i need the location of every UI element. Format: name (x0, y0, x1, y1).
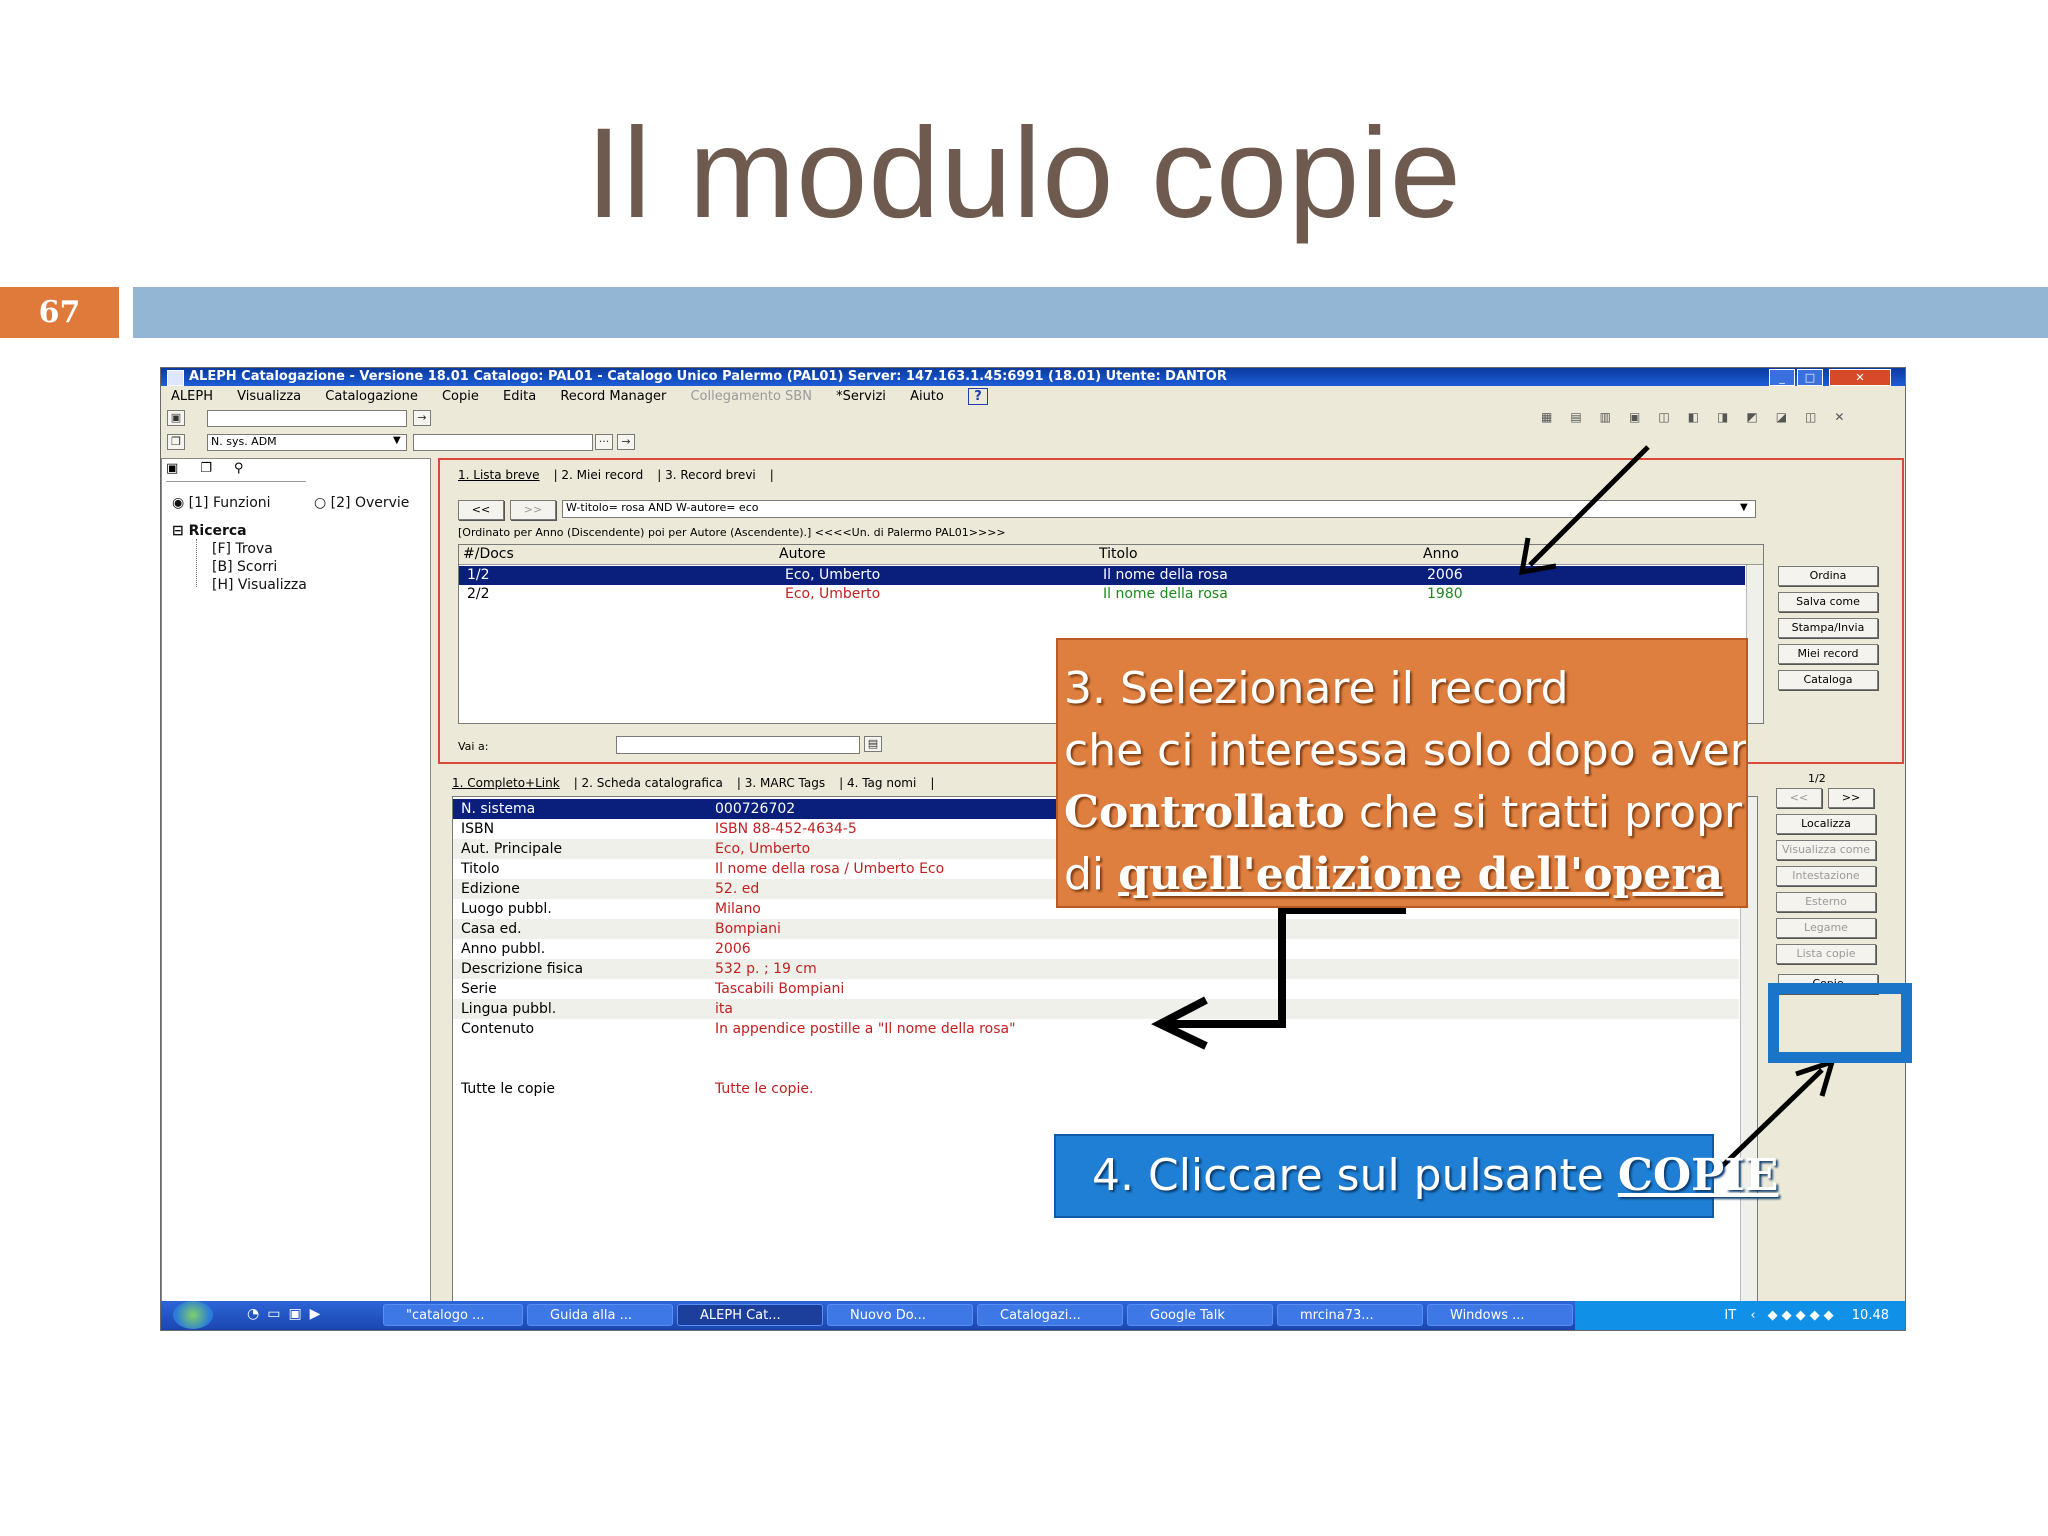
callout-line: 3. Selezionare il record (1064, 663, 1569, 714)
callout-text: 4. Cliccare sul pulsante (1092, 1150, 1618, 1201)
callout-underline: COPIE (1617, 1150, 1779, 1201)
orange-callout: 3. Selezionare il record che ci interess… (1056, 638, 1748, 908)
callout-line: che ci interessa solo dopo aver (1064, 725, 1748, 776)
arrow-to-row (1528, 445, 1650, 567)
callout-bold: Controllato (1064, 787, 1345, 838)
callout-line: Controllato che si tratti proprio (1058, 782, 1746, 844)
callout-prefix: di (1064, 849, 1119, 900)
blue-callout: 4. Cliccare sul pulsante COPIE (1054, 1134, 1778, 1218)
callout-rest: che si tratti proprio (1344, 787, 1748, 838)
callout-line: di quell'edizione dell'opera (1058, 844, 1746, 906)
copie-highlight-frame (1768, 983, 1912, 1063)
callout-underline: quell'edizione dell'opera (1118, 849, 1724, 900)
